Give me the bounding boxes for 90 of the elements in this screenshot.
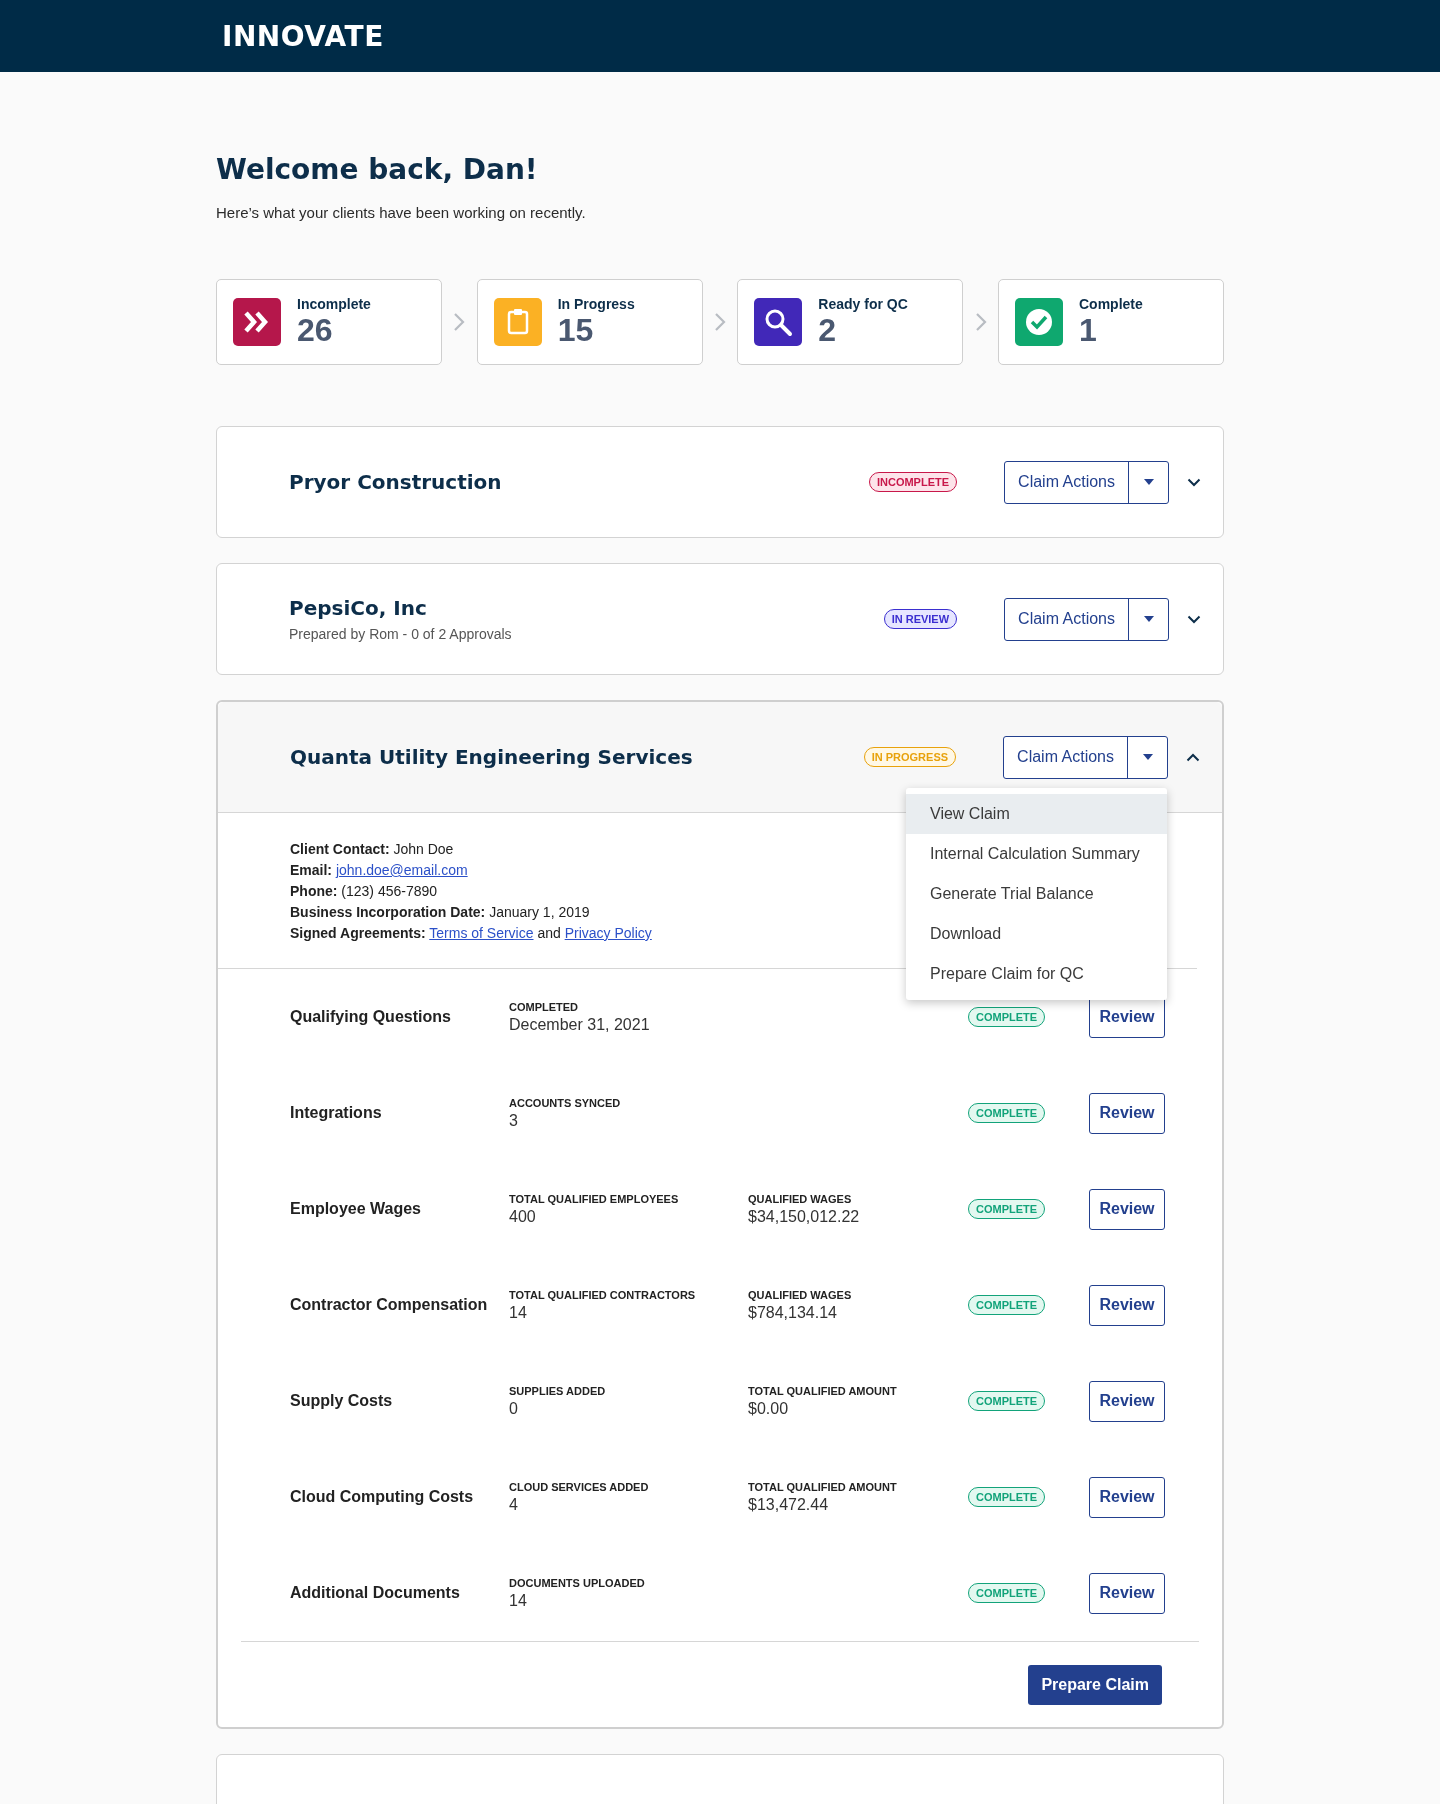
field-value: 14 (509, 1591, 528, 1610)
section-name: Cloud Computing Costs (290, 1488, 475, 1506)
chevron-right-icon (453, 312, 466, 332)
expand-icon[interactable] (1187, 477, 1201, 487)
review-button[interactable]: Review (1089, 1284, 1165, 1326)
status-count: 2 (818, 312, 838, 348)
field-value: December 31, 2021 (509, 1015, 651, 1034)
review-button[interactable]: Review (1089, 1572, 1165, 1614)
link[interactable]: Terms of Service (429, 925, 534, 941)
field-value: 400 (509, 1207, 537, 1226)
review-button[interactable]: Review (1089, 1476, 1165, 1518)
link[interactable]: john.doe@email.com (335, 862, 468, 878)
status-count: 15 (557, 312, 595, 348)
status-badge: COMPLETE (968, 1583, 1046, 1603)
field-value: 3 (509, 1111, 519, 1130)
status-badge: COMPLETE (968, 1487, 1046, 1507)
section-name: Employee Wages (290, 1200, 422, 1218)
field-label: ACCOUNTS SYNCED (509, 1096, 622, 1109)
status-badge: INCOMPLETE (868, 472, 958, 492)
client-detail: Signed Agreements: Terms of Service and Privacy Policy (290, 924, 652, 943)
review-button[interactable]: Review (1089, 1188, 1165, 1230)
section-name: Qualifying Questions (290, 1008, 452, 1026)
status-summary-card[interactable]: Incomplete 26 (216, 279, 442, 365)
expand-icon[interactable] (1187, 614, 1201, 624)
status-summary-card[interactable]: Complete 1 (997, 279, 1224, 365)
status-label: Ready for QC (818, 296, 908, 312)
field-label: TOTAL QUALIFIED CONTRACTORS (509, 1288, 697, 1301)
status-badge: IN REVIEW (883, 609, 958, 629)
double-chevron-icon (233, 298, 281, 346)
prepare-claim-button[interactable]: Prepare Claim (1028, 1665, 1162, 1705)
field-value: $0.00 (748, 1399, 790, 1418)
status-badge: COMPLETE (968, 1199, 1046, 1219)
client-detail: Email: john.doe@email.com (290, 861, 468, 880)
field-label: TOTAL QUALIFIED AMOUNT (748, 1384, 898, 1397)
menu-item[interactable]: Internal Calculation Summary (906, 834, 1167, 874)
review-button[interactable]: Review (1089, 1092, 1165, 1134)
status-badge: IN PROGRESS (863, 747, 957, 767)
chevron-right-icon (714, 312, 726, 332)
status-badge: COMPLETE (968, 1103, 1046, 1123)
status-badge: COMPLETE (968, 1295, 1046, 1315)
field-value: 14 (509, 1303, 528, 1322)
chevron-right-icon (974, 312, 987, 332)
caret-icon (1142, 754, 1153, 760)
status-badge: COMPLETE (968, 1391, 1046, 1411)
section-name: Contractor Compensation (290, 1296, 489, 1314)
status-label: Incomplete (297, 296, 371, 312)
welcome-title: Welcome back, Dan! (216, 152, 539, 188)
status-summary-card[interactable]: In Progress 15 (476, 279, 703, 365)
field-value: $13,472.44 (748, 1495, 830, 1514)
section-name: Additional Documents (290, 1584, 461, 1602)
field-value: $34,150,012.22 (748, 1207, 861, 1226)
status-count: 26 (297, 312, 334, 348)
field-label: DOCUMENTS UPLOADED (509, 1576, 646, 1589)
field-label: CLOUD SERVICES ADDED (509, 1480, 650, 1493)
client-name: Quanta Utility Engineering Services (290, 745, 694, 769)
section-name: Supply Costs (290, 1392, 394, 1410)
clipboard-icon (493, 298, 542, 346)
field-label: TOTAL QUALIFIED EMPLOYEES (509, 1192, 680, 1205)
logo[interactable]: INNOVATE (222, 19, 384, 53)
link[interactable]: Privacy Policy (564, 925, 652, 941)
status-label: Complete (1078, 296, 1143, 312)
collapse-icon[interactable] (1186, 752, 1200, 762)
menu-item[interactable]: Generate Trial Balance (906, 874, 1167, 914)
status-summary-card[interactable]: Ready for QC 2 (737, 279, 964, 365)
caret-icon (1143, 616, 1154, 622)
field-label: COMPLETED (509, 1000, 580, 1013)
section-name: Integrations (290, 1104, 383, 1122)
client-name: Pryor Construction (289, 470, 503, 494)
status-count: 1 (1078, 312, 1098, 348)
client-detail: Phone: (123) 456-7890 (290, 882, 438, 901)
client-detail: Business Incorporation Date: January 1, 2019 (290, 903, 590, 922)
menu-item[interactable]: View Claim (906, 794, 1167, 834)
status-badge: COMPLETE (968, 1007, 1046, 1027)
field-value: $784,134.14 (748, 1303, 838, 1322)
field-label: QUALIFIED WAGES (748, 1288, 853, 1301)
field-value: 0 (509, 1399, 519, 1418)
client-detail: Client Contact: John Doe (290, 840, 454, 859)
field-value: 4 (509, 1495, 519, 1514)
caret-icon (1143, 479, 1154, 485)
status-label: In Progress (557, 296, 635, 312)
welcome-subtitle: Here’s what your clients have been working on recently. (216, 204, 587, 221)
search-icon (754, 298, 803, 346)
field-label: SUPPLIES ADDED (509, 1384, 607, 1397)
claim-subtitle: Prepared by Rom - 0 of 2 Approvals (289, 626, 513, 642)
menu-item[interactable]: Prepare Claim for QC (906, 954, 1167, 994)
review-button[interactable]: Review (1089, 1380, 1165, 1422)
field-label: QUALIFIED WAGES (748, 1192, 853, 1205)
client-name: PepsiCo, Inc (289, 596, 428, 620)
field-label: TOTAL QUALIFIED AMOUNT (748, 1480, 898, 1493)
menu-item[interactable]: Download (906, 914, 1167, 954)
